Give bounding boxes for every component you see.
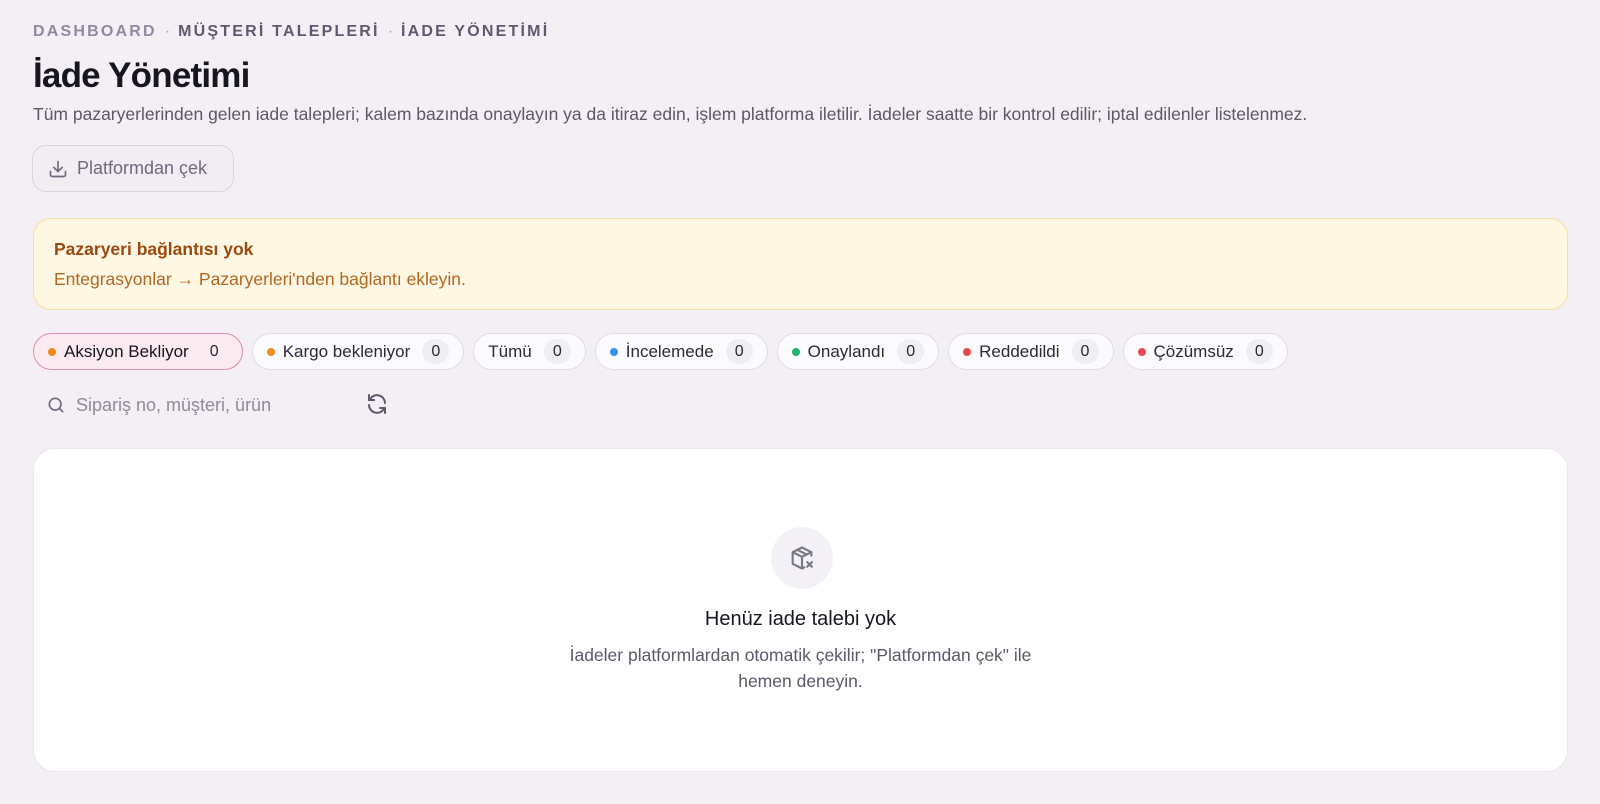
tab-in-review[interactable]: İncelemede 0 — [594, 333, 768, 370]
status-dot — [266, 347, 275, 356]
tab-label: Çözümsüz — [1153, 341, 1234, 361]
status-filter-tabs: Aksiyon Bekliyor 0 Kargo bekleniyor 0 Tü… — [33, 333, 1288, 370]
page-description: Tüm pazaryerlerinden gelen iade talepler… — [33, 104, 1308, 124]
refresh-icon — [368, 394, 386, 414]
tab-count: 0 — [1071, 339, 1099, 364]
breadcrumb: DASHBOARD · MÜŞTERİ TALEPLERİ · İADE YÖN… — [33, 23, 549, 41]
tab-count: 0 — [897, 339, 925, 364]
tab-label: Onaylandı — [807, 341, 886, 361]
package-x-icon — [791, 546, 813, 570]
tab-approved[interactable]: Onaylandı 0 — [776, 333, 940, 370]
tab-awaiting-shipment[interactable]: Kargo bekleniyor 0 — [251, 333, 465, 370]
returns-list-panel: Henüz iade talebi yok İadeler platformla… — [33, 448, 1568, 772]
tab-rejected[interactable]: Reddedildi 0 — [948, 333, 1114, 370]
status-dot — [48, 347, 56, 356]
tab-label: Tümü — [488, 341, 532, 361]
no-connection-alert: Pazaryeri bağlantısı yok Entegrasyonlar … — [33, 218, 1568, 310]
tab-label: Reddedildi — [979, 341, 1060, 361]
breadcrumb-separator: · — [387, 23, 394, 40]
tab-label: İncelemede — [625, 341, 714, 361]
empty-state-title: Henüz iade talebi yok — [704, 608, 897, 630]
tab-count: 0 — [422, 339, 450, 364]
tab-label: Aksiyon Bekliyor — [64, 341, 189, 361]
breadcrumb-return-management: İADE YÖNETİMİ — [401, 23, 550, 40]
tab-count: 0 — [543, 339, 571, 364]
empty-state-icon — [771, 527, 833, 589]
search-box — [33, 388, 363, 422]
search-input[interactable] — [76, 394, 356, 416]
tab-label: Kargo bekleniyor — [282, 341, 411, 361]
alert-title: Pazaryeri bağlantısı yok — [54, 239, 254, 259]
tab-action-pending[interactable]: Aksiyon Bekliyor 0 — [33, 333, 243, 370]
status-dot — [791, 347, 800, 356]
tab-count: 0 — [209, 342, 219, 360]
breadcrumb-dashboard[interactable]: DASHBOARD — [33, 23, 157, 41]
page-title: İade Yönetimi — [33, 56, 250, 95]
status-dot — [963, 347, 972, 356]
search-icon — [48, 397, 64, 413]
tab-count: 0 — [1245, 339, 1273, 364]
tab-count: 0 — [725, 339, 753, 364]
status-dot — [1137, 347, 1146, 356]
pull-from-platform-button[interactable]: Platformdan çek — [32, 145, 234, 192]
status-dot — [609, 347, 618, 356]
refresh-button[interactable] — [365, 392, 393, 420]
tab-unresolved[interactable]: Çözümsüz 0 — [1122, 333, 1288, 370]
empty-state-text: İadeler platformlardan otomatik çekilir;… — [569, 645, 1032, 691]
tab-all[interactable]: Tümü 0 — [473, 333, 586, 370]
breadcrumb-customer-requests[interactable]: MÜŞTERİ TALEPLERİ — [178, 23, 380, 41]
download-icon — [49, 160, 67, 177]
alert-text[interactable]: Entegrasyonlar → Pazaryerleri'nden bağla… — [54, 269, 1547, 290]
pull-button-label: Platformdan çek — [77, 158, 208, 178]
breadcrumb-separator: · — [164, 23, 171, 40]
